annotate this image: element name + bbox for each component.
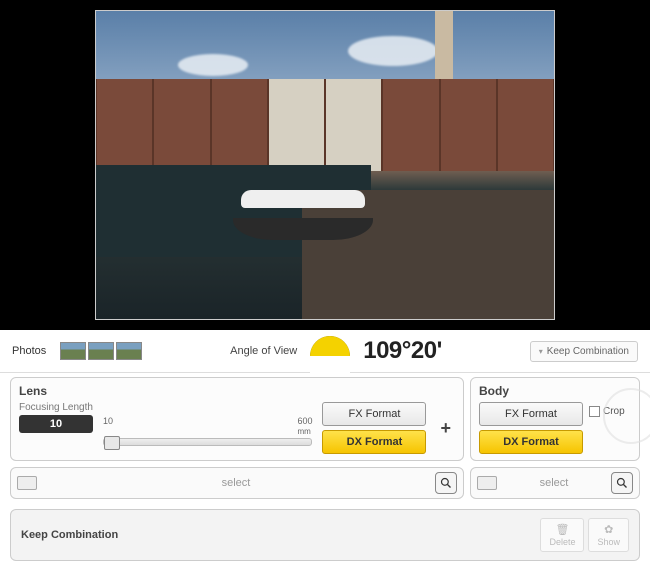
slider-min: 10 bbox=[103, 416, 113, 436]
camera-outline-icon bbox=[603, 388, 650, 444]
body-select-label: select bbox=[503, 477, 605, 489]
focal-length-slider[interactable]: 10 600mm bbox=[103, 416, 313, 446]
show-button[interactable]: ✿ Show bbox=[588, 518, 629, 552]
show-label: Show bbox=[597, 537, 620, 547]
select-bar: select select bbox=[0, 467, 650, 505]
angle-of-view-label: Angle of View bbox=[230, 345, 297, 357]
body-dx-format-button[interactable]: DX Format bbox=[479, 430, 583, 454]
thumbnail[interactable] bbox=[60, 342, 86, 360]
delete-button[interactable]: 🗑 Delete bbox=[540, 518, 584, 552]
body-panel: Body FX Format DX Format Crop bbox=[470, 377, 640, 461]
keep-combination-panel: Keep Combination 🗑 Delete ✿ Show bbox=[10, 509, 640, 561]
camera-icon bbox=[477, 476, 497, 490]
keep-panel-title: Keep Combination bbox=[21, 529, 118, 541]
lens-select-label: select bbox=[43, 477, 429, 489]
magnifier-icon bbox=[440, 477, 452, 489]
lens-icon bbox=[17, 476, 37, 490]
lens-select-row[interactable]: select bbox=[10, 467, 464, 499]
preview-area bbox=[0, 0, 650, 330]
plus-icon: + bbox=[436, 418, 455, 439]
photo-thumbnails bbox=[60, 342, 142, 360]
sample-photo bbox=[95, 10, 555, 320]
keep-combination-label: Keep Combination bbox=[547, 346, 629, 357]
lens-fx-format-button[interactable]: FX Format bbox=[322, 402, 426, 426]
body-fx-format-button[interactable]: FX Format bbox=[479, 402, 583, 426]
photos-label: Photos bbox=[12, 345, 46, 357]
lens-title: Lens bbox=[19, 384, 455, 398]
focusing-length-label: Focusing Length bbox=[19, 402, 93, 413]
trash-icon: 🗑 bbox=[555, 523, 569, 536]
focusing-length-value: 10 bbox=[19, 415, 93, 433]
slider-unit: mm bbox=[297, 427, 310, 436]
delete-label: Delete bbox=[549, 537, 575, 547]
body-search-button[interactable] bbox=[611, 472, 633, 494]
info-bar: Photos Angle of View 109°20' Keep Combin… bbox=[0, 330, 650, 373]
body-select-row[interactable]: select bbox=[470, 467, 640, 499]
body-title: Body bbox=[479, 384, 631, 398]
thumbnail[interactable] bbox=[116, 342, 142, 360]
keep-combination-button[interactable]: Keep Combination bbox=[530, 341, 638, 362]
controls-row: Lens Focusing Length 10 10 600mm FX Form… bbox=[0, 373, 650, 467]
thumbnail[interactable] bbox=[88, 342, 114, 360]
slider-handle[interactable] bbox=[104, 436, 120, 450]
slider-max: 600 bbox=[297, 416, 312, 426]
gear-icon: ✿ bbox=[604, 523, 613, 536]
lens-dx-format-button[interactable]: DX Format bbox=[322, 430, 426, 454]
angle-gauge-icon bbox=[307, 336, 353, 366]
angle-of-view-value: 109°20' bbox=[363, 337, 442, 365]
lens-search-button[interactable] bbox=[435, 472, 457, 494]
lens-panel: Lens Focusing Length 10 10 600mm FX Form… bbox=[10, 377, 464, 461]
magnifier-icon bbox=[616, 477, 628, 489]
checkbox-icon bbox=[589, 406, 600, 417]
